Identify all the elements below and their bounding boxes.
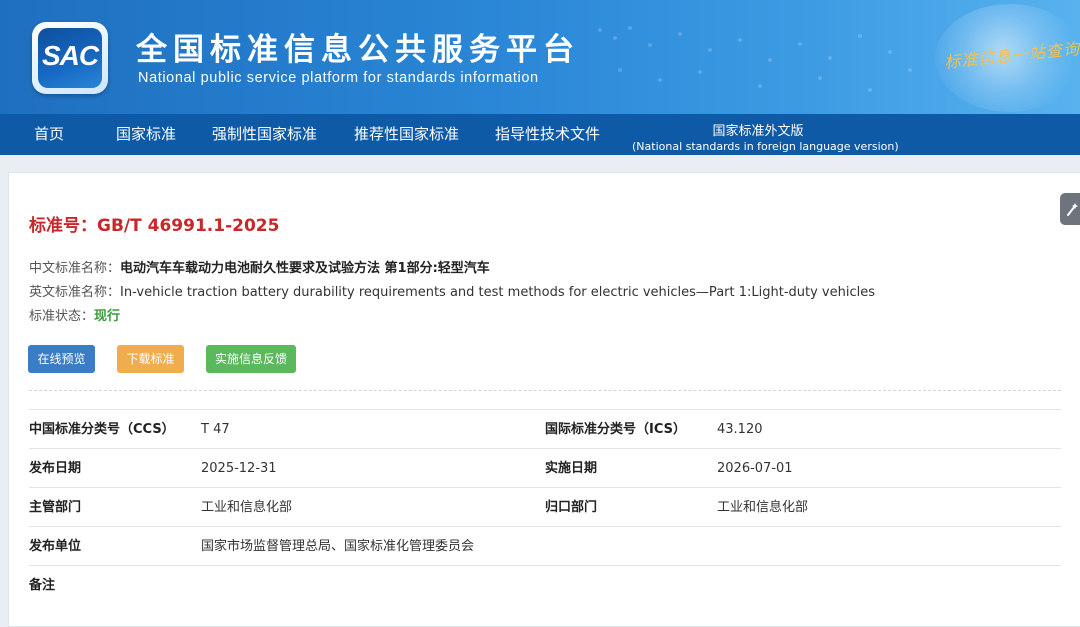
sac-logo[interactable]: SAC <box>32 22 108 94</box>
implement-date-label: 实施日期 <box>545 461 598 476</box>
en-name-value: In-vehicle traction battery durability r… <box>120 285 875 300</box>
standard-number: 标准号：GB/T 46991.1-2025 <box>29 216 280 236</box>
nav-national-standards[interactable]: 国家标准 <box>116 114 176 155</box>
main-nav: 首页 国家标准 强制性国家标准 推荐性国家标准 指导性技术文件 国家标准外文版 … <box>0 114 1080 155</box>
cn-name-value: 电动汽车车载动力电池耐久性要求及试验方法 第1部分:轻型汽车 <box>120 261 490 276</box>
table-row: 发布日期 2025-12-31 实施日期 2026-07-01 <box>29 448 1061 487</box>
nav-foreign-version[interactable]: 国家标准外文版 (National standards in foreign l… <box>632 114 899 155</box>
publish-date-label: 发布日期 <box>29 461 82 476</box>
tool-icon <box>1067 203 1078 216</box>
competent-dept-label: 主管部门 <box>29 500 82 515</box>
en-name-label: 英文标准名称： <box>29 285 121 300</box>
nav-foreign-label: 国家标准外文版 <box>712 124 804 139</box>
implementation-feedback-button[interactable]: 实施信息反馈 <box>206 345 296 373</box>
central-dept-value: 工业和信息化部 <box>717 500 809 515</box>
site-subtitle: National public service platform for sta… <box>138 70 539 86</box>
site-title: 全国标准信息公共服务平台 <box>136 32 580 68</box>
cn-name-label: 中文标准名称： <box>29 261 121 276</box>
table-row: 发布单位 国家市场监督管理总局、国家标准化管理委员会 <box>29 526 1061 565</box>
nav-mandatory-standards[interactable]: 强制性国家标准 <box>212 114 317 155</box>
online-preview-button[interactable]: 在线预览 <box>28 345 95 373</box>
standard-detail-card: 标准号：GB/T 46991.1-2025 中文标准名称：电动汽车车载动力电池耐… <box>8 172 1080 627</box>
status-row: 标准状态：现行 <box>29 305 120 324</box>
side-tool-button[interactable] <box>1060 193 1080 225</box>
publish-date-value: 2025-12-31 <box>201 461 277 476</box>
ccs-label: 中国标准分类号（CCS） <box>29 422 175 437</box>
implement-date-value: 2026-07-01 <box>717 461 793 476</box>
ccs-value: T 47 <box>201 422 230 437</box>
competent-dept-value: 工业和信息化部 <box>201 500 293 515</box>
logo-text: SAC <box>41 40 99 71</box>
issuer-label: 发布单位 <box>29 539 82 554</box>
ics-label: 国际标准分类号（ICS） <box>545 422 686 437</box>
status-label: 标准状态： <box>29 309 95 324</box>
cn-name-row: 中文标准名称：电动汽车车载动力电池耐久性要求及试验方法 第1部分:轻型汽车 <box>29 257 490 276</box>
issuer-value: 国家市场监督管理总局、国家标准化管理委员会 <box>201 539 475 554</box>
en-name-row: 英文标准名称：In-vehicle traction battery durab… <box>29 281 875 300</box>
site-header: SAC 全国标准信息公共服务平台 National public service… <box>0 0 1080 114</box>
nav-guidance-documents[interactable]: 指导性技术文件 <box>495 114 600 155</box>
nav-home[interactable]: 首页 <box>34 114 64 155</box>
table-row: 主管部门 工业和信息化部 归口部门 工业和信息化部 <box>29 487 1061 526</box>
nav-recommended-standards[interactable]: 推荐性国家标准 <box>354 114 459 155</box>
standard-details-table: 中国标准分类号（CCS） T 47 国际标准分类号（ICS） 43.120 发布… <box>29 409 1061 604</box>
central-dept-label: 归口部门 <box>545 500 598 515</box>
table-row: 中国标准分类号（CCS） T 47 国际标准分类号（ICS） 43.120 <box>29 409 1061 448</box>
nav-foreign-sub: (National standards in foreign language … <box>632 140 899 153</box>
ics-value: 43.120 <box>717 422 763 437</box>
table-row: 备注 <box>29 565 1061 604</box>
world-map-decoration <box>598 26 912 92</box>
section-divider <box>29 390 1061 391</box>
download-standard-button[interactable]: 下载标准 <box>117 345 184 373</box>
status-value: 现行 <box>94 309 121 324</box>
remark-label: 备注 <box>29 578 56 593</box>
